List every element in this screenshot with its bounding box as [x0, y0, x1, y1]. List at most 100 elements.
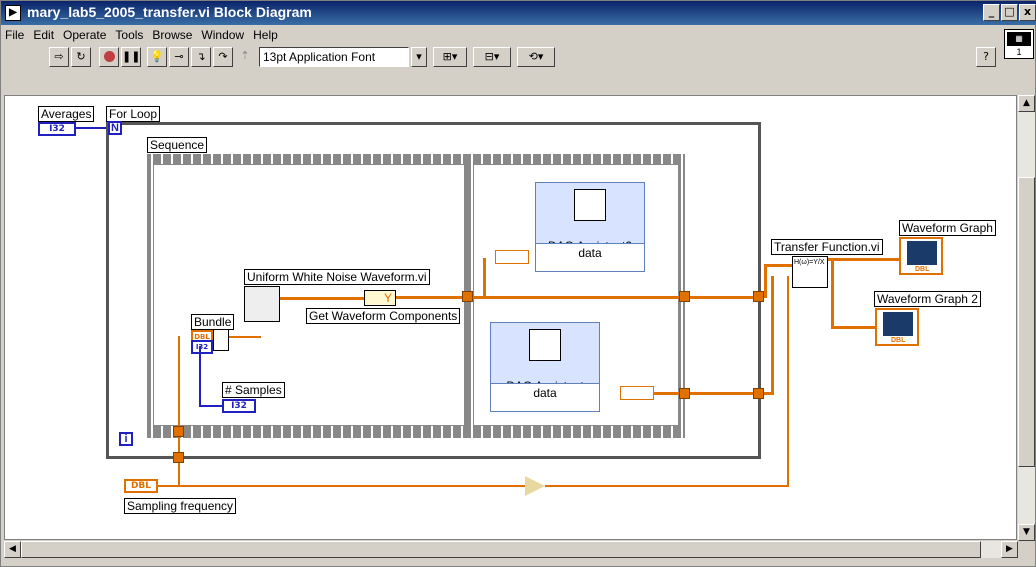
- minimize-button[interactable]: _: [983, 4, 1000, 21]
- retain-wire-values-icon[interactable]: ⊸: [169, 47, 189, 67]
- font-select[interactable]: 13pt Application Font: [259, 47, 409, 67]
- align-icon[interactable]: ⊞▾: [433, 47, 467, 67]
- loop-tunnel[interactable]: [173, 452, 184, 463]
- iteration-terminal[interactable]: i: [119, 432, 133, 446]
- block-diagram-canvas[interactable]: Averages I32 For Loop N i Sequence Unifo…: [4, 95, 1017, 540]
- vertical-scrollbar[interactable]: ▲ ▼: [1018, 95, 1035, 541]
- loop-count-terminal[interactable]: N: [108, 121, 122, 135]
- sequence-tunnel[interactable]: [679, 388, 690, 399]
- bundle-label: Bundle: [191, 314, 235, 330]
- help-button[interactable]: ?: [976, 47, 996, 67]
- loop-tunnel[interactable]: [753, 388, 764, 399]
- step-over-icon[interactable]: ↷: [213, 47, 233, 67]
- menu-edit[interactable]: Edit: [33, 28, 54, 42]
- labview-diagram-icon: ▶: [5, 5, 21, 21]
- menu-bar: File Edit Operate Tools Browse Window He…: [1, 26, 991, 44]
- wire[interactable]: [396, 296, 468, 299]
- sequence-tunnel[interactable]: [679, 291, 690, 302]
- transfer-function-vi-icon[interactable]: H(ω)=Y/X: [792, 256, 828, 288]
- menu-help[interactable]: Help: [253, 28, 278, 42]
- wire[interactable]: [831, 326, 876, 329]
- graph-icon: [883, 312, 913, 336]
- menu-file[interactable]: File: [5, 28, 24, 42]
- wire[interactable]: [831, 258, 834, 328]
- wire[interactable]: [764, 264, 792, 267]
- waveform-graph2-terminal[interactable]: DBL: [875, 308, 919, 346]
- vertical-scroll-thumb[interactable]: [1018, 177, 1035, 467]
- waveform-graph2-label: Waveform Graph 2: [874, 291, 981, 307]
- wire[interactable]: [76, 127, 108, 129]
- menu-tools[interactable]: Tools: [115, 28, 143, 42]
- samples-terminal[interactable]: I32: [222, 399, 256, 413]
- daq-assistant2-node[interactable]: DAQ Assistant2 data: [535, 182, 645, 272]
- scroll-down-icon[interactable]: ▼: [1018, 524, 1035, 541]
- daq2-data-output: data: [536, 243, 644, 271]
- menu-operate[interactable]: Operate: [63, 28, 106, 42]
- toolbar: ⇨ ↻ ❚❚ 💡 ⊸ ↴ ↷ ⇡ 13pt Application Font ▾…: [1, 45, 1001, 69]
- wire[interactable]: [771, 276, 774, 394]
- close-button[interactable]: x: [1019, 4, 1036, 21]
- wire[interactable]: [764, 264, 767, 298]
- daq-icon: [574, 189, 606, 221]
- waveform-y-output: Y: [384, 291, 393, 305]
- connector-pane-icon[interactable]: ▦ 1: [1004, 29, 1034, 59]
- window-title: mary_lab5_2005_transfer.vi Block Diagram: [27, 4, 312, 20]
- transfer-function-label: Transfer Function.vi: [771, 239, 883, 255]
- sequence-tunnel[interactable]: [462, 291, 473, 302]
- uniform-noise-vi-icon[interactable]: [244, 286, 280, 322]
- graph-type: DBL: [915, 266, 930, 273]
- sequence-tunnel[interactable]: [173, 426, 184, 437]
- wire[interactable]: [764, 392, 774, 395]
- abort-icon[interactable]: [99, 47, 119, 67]
- wire[interactable]: [483, 258, 486, 296]
- wire[interactable]: [654, 392, 758, 395]
- bundle-node[interactable]: [213, 329, 229, 351]
- samples-label: # Samples: [222, 382, 285, 398]
- menu-browse[interactable]: Browse: [152, 28, 192, 42]
- wire[interactable]: [280, 297, 364, 300]
- wire[interactable]: [545, 485, 789, 487]
- wire[interactable]: [828, 258, 900, 261]
- chevron-down-icon[interactable]: ▾: [411, 47, 427, 67]
- daq-assistant-node[interactable]: DAQ Assistant data: [490, 322, 600, 412]
- sampling-frequency-label: Sampling frequency: [124, 498, 237, 514]
- bundle-i32-input[interactable]: I32: [191, 340, 213, 354]
- wire[interactable]: [473, 296, 758, 299]
- wire[interactable]: [199, 346, 201, 406]
- from-dynamic-data-node[interactable]: [620, 386, 654, 400]
- scroll-right-icon[interactable]: ▶: [1001, 541, 1018, 558]
- daq1-data-output: data: [491, 383, 599, 411]
- reorder-icon[interactable]: ⟲▾: [517, 47, 555, 67]
- waveform-graph-label: Waveform Graph: [899, 220, 996, 236]
- averages-label: Averages: [38, 106, 95, 122]
- run-arrow-icon[interactable]: ⇨: [49, 47, 69, 67]
- reciprocal-icon[interactable]: [525, 476, 545, 496]
- waveform-graph-terminal[interactable]: DBL: [899, 237, 943, 275]
- sequence-label: Sequence: [147, 137, 208, 153]
- step-out-icon: ⇡: [235, 47, 255, 67]
- wire[interactable]: [178, 336, 180, 486]
- distribute-icon[interactable]: ⊟▾: [473, 47, 511, 67]
- title-bar[interactable]: ▶ mary_lab5_2005_transfer.vi Block Diagr…: [1, 1, 1036, 25]
- to-dynamic-data-node[interactable]: [495, 250, 529, 264]
- vi-icon: ▦: [1007, 32, 1031, 46]
- wire[interactable]: [229, 336, 261, 338]
- wire[interactable]: [787, 276, 789, 486]
- pause-icon[interactable]: ❚❚: [121, 47, 141, 67]
- horizontal-scroll-thumb[interactable]: [21, 541, 981, 558]
- step-into-icon[interactable]: ↴: [191, 47, 211, 67]
- highlight-execution-icon[interactable]: 💡: [147, 47, 167, 67]
- horizontal-scrollbar[interactable]: ◀ ▶: [4, 541, 1018, 558]
- averages-terminal[interactable]: I32: [38, 122, 76, 136]
- run-continuous-icon[interactable]: ↻: [71, 47, 91, 67]
- loop-tunnel[interactable]: [753, 291, 764, 302]
- maximize-button[interactable]: □: [1001, 4, 1018, 21]
- scroll-left-icon[interactable]: ◀: [4, 541, 21, 558]
- get-waveform-label: Get Waveform Components: [306, 308, 461, 324]
- menu-window[interactable]: Window: [201, 28, 244, 42]
- uniform-noise-label: Uniform White Noise Waveform.vi: [244, 269, 430, 285]
- wire[interactable]: [199, 405, 222, 407]
- wire[interactable]: [158, 485, 525, 487]
- sampling-frequency-terminal[interactable]: DBL: [124, 479, 158, 493]
- scroll-up-icon[interactable]: ▲: [1018, 95, 1035, 112]
